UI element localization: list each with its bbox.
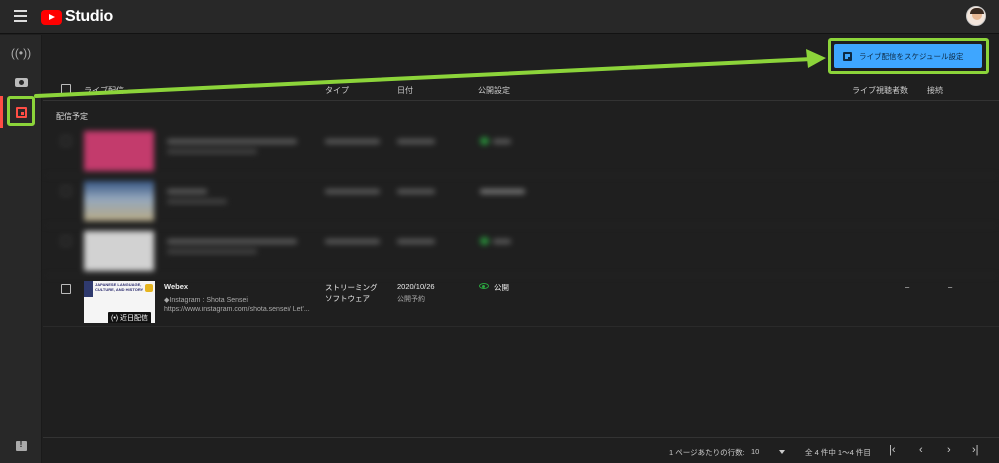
visibility-value[interactable]: 公開 xyxy=(494,282,509,293)
annotation-highlight-button xyxy=(828,38,989,74)
last-page-icon[interactable]: ›| xyxy=(972,444,979,456)
video-thumbnail[interactable]: JAPANESE LANGUAGE, CULTURE, AND HISTORY … xyxy=(84,281,155,323)
menu-icon[interactable] xyxy=(14,10,27,22)
eye-icon xyxy=(479,283,489,289)
blurred-visibility xyxy=(493,239,511,244)
date-status: 公開予約 xyxy=(397,296,425,303)
blurred-visibility xyxy=(480,189,525,194)
blurred-type xyxy=(325,239,380,244)
section-label: 配信予定 xyxy=(56,112,88,121)
upcoming-badge: (•) 近日配信 xyxy=(108,312,152,323)
chevron-down-icon[interactable] xyxy=(779,450,785,454)
video-thumbnail[interactable] xyxy=(84,231,154,271)
blurred-desc xyxy=(167,199,227,204)
table-row[interactable] xyxy=(43,227,999,276)
annotation-highlight-sidebar xyxy=(7,96,35,126)
prev-page-icon[interactable]: ‹ xyxy=(919,444,923,456)
video-desc-line-2: https://www.instagram.com/shota.sensei/ … xyxy=(164,306,310,313)
blurred-visibility-icon xyxy=(480,137,489,145)
next-page-icon[interactable]: › xyxy=(947,444,951,456)
type-line-2: ソフトウェア xyxy=(325,294,370,303)
thumbnail-text-2: CULTURE, AND HISTORY xyxy=(95,287,144,292)
top-bar: Studio xyxy=(0,0,999,34)
pagination-footer: 1 ページあたりの行数: 10 全 4 件中 1〜4 件目 |‹ ‹ › ›| xyxy=(43,437,999,463)
blurred-desc xyxy=(167,149,257,154)
logo-text: Studio xyxy=(65,8,113,25)
first-page-icon[interactable]: |‹ xyxy=(889,444,896,456)
video-desc-line-1: ◆Instagram : Shota Sensei xyxy=(164,297,248,304)
sidebar: ((•)) xyxy=(0,35,42,463)
live-broadcast-icon[interactable]: ((•)) xyxy=(11,43,31,63)
blurred-date xyxy=(397,189,435,194)
main-content: ライブ配信をスケジュール設定 ライブ配信 タイプ 日付 公開設定 ライブ視聴者数… xyxy=(43,35,999,463)
video-thumbnail[interactable] xyxy=(84,131,154,171)
table-header: ライブ配信 タイプ 日付 公開設定 ライブ視聴者数 接続 xyxy=(43,77,999,101)
blurred-desc xyxy=(167,249,257,254)
row-checkbox[interactable] xyxy=(61,284,71,294)
blurred-date xyxy=(397,139,435,144)
row-checkbox[interactable] xyxy=(61,136,71,146)
rows-per-page-select[interactable]: 10 xyxy=(751,447,759,456)
blurred-type xyxy=(325,139,380,144)
blurred-title xyxy=(167,139,297,144)
connection-value: – xyxy=(948,282,953,291)
header-viewers: ライブ視聴者数 xyxy=(852,86,908,95)
viewers-value: – xyxy=(905,282,910,291)
blurred-date xyxy=(397,239,435,244)
active-indicator xyxy=(0,96,3,128)
blurred-title xyxy=(167,239,297,244)
header-date: 日付 xyxy=(397,86,413,95)
table-row[interactable]: JAPANESE LANGUAGE, CULTURE, AND HISTORY … xyxy=(43,277,999,327)
youtube-play-icon xyxy=(41,9,62,25)
youtube-studio-logo[interactable]: Studio xyxy=(41,8,113,26)
table-row[interactable] xyxy=(43,177,999,226)
feedback-icon[interactable] xyxy=(11,436,31,456)
blurred-visibility xyxy=(493,139,511,144)
page-range: 全 4 件中 1〜4 件目 xyxy=(805,448,871,457)
type-line-1: ストリーミング xyxy=(325,283,378,292)
blurred-visibility-icon xyxy=(480,237,489,245)
header-live: ライブ配信 xyxy=(84,86,124,95)
scheduled-date: 2020/10/26 xyxy=(397,282,435,291)
video-thumbnail[interactable] xyxy=(84,181,154,221)
header-connection: 接続 xyxy=(927,86,943,95)
table-row[interactable] xyxy=(43,127,999,176)
blurred-title xyxy=(167,189,207,194)
rows-per-page-label: 1 ページあたりの行数: xyxy=(669,448,745,457)
blurred-type xyxy=(325,189,380,194)
video-title[interactable]: Webex xyxy=(164,282,188,291)
row-checkbox[interactable] xyxy=(61,236,71,246)
row-checkbox[interactable] xyxy=(61,186,71,196)
select-all-checkbox[interactable] xyxy=(61,84,71,94)
avatar[interactable] xyxy=(966,6,986,26)
camera-icon[interactable] xyxy=(11,72,31,92)
header-type: タイプ xyxy=(325,86,349,95)
header-visibility: 公開設定 xyxy=(478,86,510,95)
